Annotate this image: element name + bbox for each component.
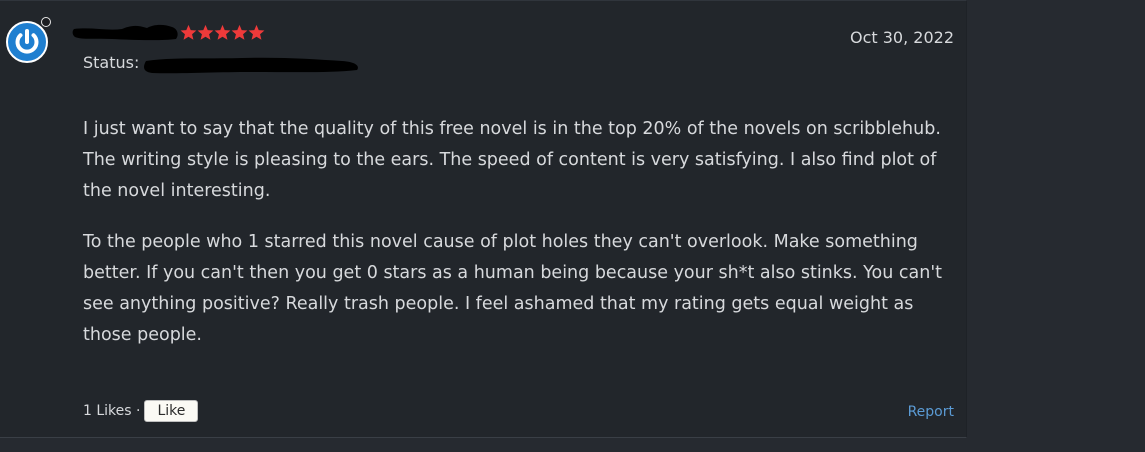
redacted-status bbox=[144, 57, 358, 74]
review-body: I just want to say that the quality of t… bbox=[83, 114, 963, 371]
review-paragraph: To the people who 1 starred this novel c… bbox=[83, 232, 942, 345]
star-icon bbox=[214, 24, 231, 40]
online-status-icon bbox=[41, 17, 51, 27]
like-button[interactable]: Like bbox=[144, 400, 199, 422]
power-symbol-icon bbox=[15, 29, 39, 54]
star-icon bbox=[197, 24, 214, 40]
status-label: Status: bbox=[83, 53, 140, 72]
page: Status: Oct 30, 2022 I just want to say … bbox=[0, 0, 1145, 452]
star-icon bbox=[231, 24, 248, 40]
review-card: Status: Oct 30, 2022 I just want to say … bbox=[0, 0, 967, 438]
redacted-username bbox=[72, 24, 178, 41]
star-icon bbox=[248, 24, 265, 40]
likes-count: 1 Likes · bbox=[83, 403, 141, 419]
report-link[interactable]: Report bbox=[908, 402, 954, 422]
user-avatar[interactable] bbox=[6, 21, 48, 63]
star-icon bbox=[180, 24, 197, 40]
review-date: Oct 30, 2022 bbox=[850, 28, 954, 47]
review-paragraph: I just want to say that the quality of t… bbox=[83, 119, 941, 201]
likes-bar: 1 Likes · Like bbox=[83, 400, 199, 422]
rating-stars bbox=[180, 21, 265, 45]
